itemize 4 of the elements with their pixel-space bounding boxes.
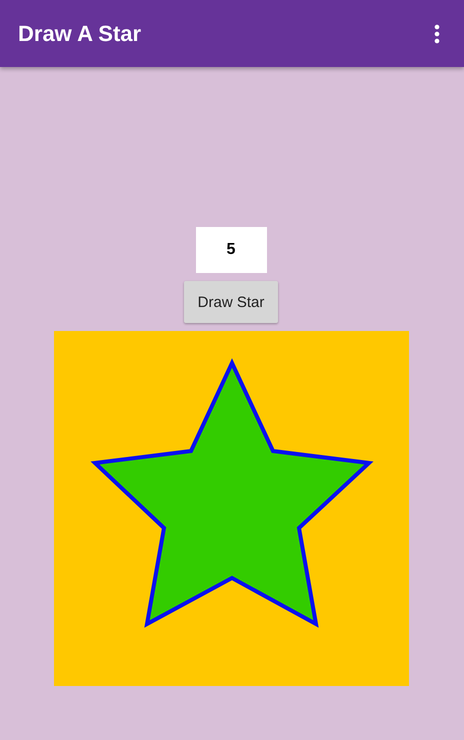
draw-star-button[interactable]: Draw Star	[184, 281, 278, 323]
more-options-icon[interactable]	[434, 24, 440, 44]
app-title: Draw A Star	[18, 20, 142, 46]
points-input-field[interactable]: 5	[196, 227, 266, 273]
